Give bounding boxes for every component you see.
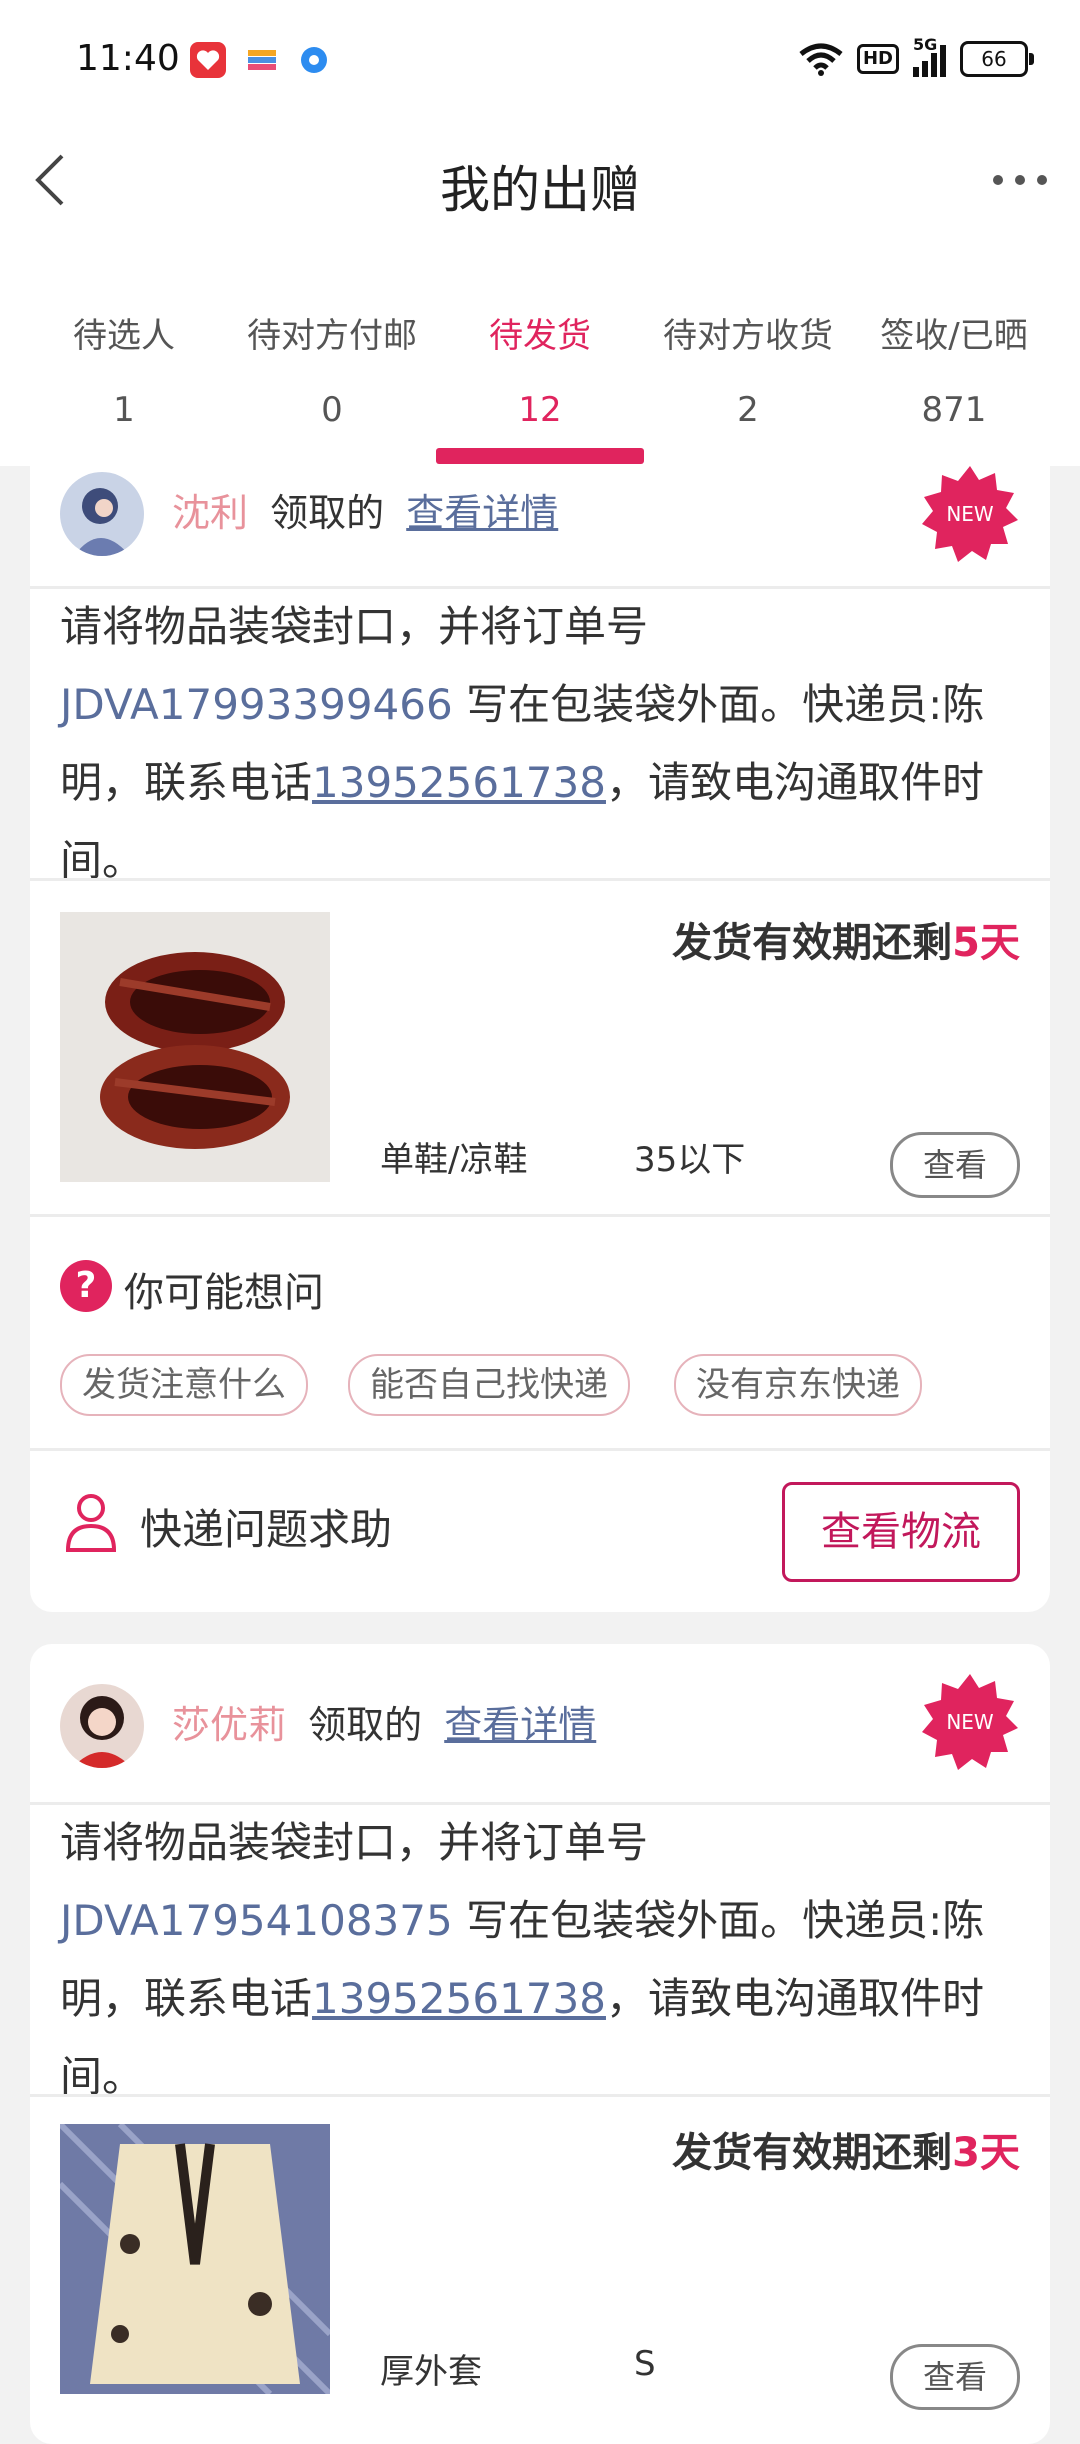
tab-pending-selection[interactable]: 待选人 1 (16, 240, 232, 466)
new-badge: NEW (920, 1672, 1020, 1772)
tab-pending-receipt[interactable]: 待对方收货 2 (640, 240, 856, 466)
shipping-instructions: 请将物品装袋封口，并将订单号 JDVA17954108375 写在包装袋外面。快… (60, 1804, 1020, 2116)
item-category: 单鞋/凉鞋 (380, 1140, 528, 1180)
courier-phone-link[interactable]: 13952561738 (312, 1974, 606, 2023)
tab-pending-postage[interactable]: 待对方付邮 0 (224, 240, 440, 466)
view-button[interactable]: 查看 (890, 1132, 1020, 1198)
item-size: S (634, 2344, 656, 2384)
new-badge-text: NEW (946, 502, 994, 526)
active-tab-indicator (436, 448, 644, 464)
tab-count: 2 (737, 390, 759, 430)
faq-chip[interactable]: 能否自己找快递 (348, 1354, 630, 1416)
tab-label: 待对方付邮 (247, 316, 417, 356)
status-tabs: 待选人 1 待对方付邮 0 待发货 12 待对方收货 2 签收/已晒 871 (0, 240, 1080, 466)
tab-label: 待选人 (73, 316, 175, 356)
tab-count: 12 (518, 390, 562, 430)
deadline-label: 发货有效期还剩 (672, 920, 953, 966)
claimer-line: 沈利 领取的 查看详情 (172, 482, 558, 537)
claimer-username[interactable]: 沈利 (172, 491, 248, 535)
tab-pending-shipment[interactable]: 待发货 12 (432, 240, 648, 466)
courier-help-link[interactable]: 快递问题求助 (140, 1496, 392, 1557)
tab-label: 待发货 (489, 316, 591, 356)
tab-signed-shared[interactable]: 签收/已晒 871 (846, 240, 1062, 466)
battery-icon: 66 (960, 41, 1034, 77)
tab-label: 待对方收货 (663, 316, 833, 356)
heart-app-icon (190, 42, 226, 78)
deadline-label: 发货有效期还剩 (672, 2130, 953, 2176)
more-options-icon[interactable] (990, 170, 1050, 190)
order-card: 莎优莉 领取的 查看详情 NEW 请将物品装袋封口，并将订单号 JDVA1795… (30, 1644, 1050, 2444)
order-number[interactable]: JDVA17993399466 (60, 680, 453, 729)
product-image[interactable] (60, 912, 330, 1182)
tab-count: 0 (321, 390, 343, 430)
divider (30, 878, 1050, 881)
claimer-username[interactable]: 莎优莉 (172, 1703, 286, 1747)
person-icon (65, 1494, 117, 1552)
deadline-days: 5天 (952, 920, 1020, 966)
tab-count: 871 (921, 390, 987, 430)
tab-count: 1 (113, 390, 135, 430)
circle-app-icon (296, 42, 332, 78)
view-details-link[interactable]: 查看详情 (406, 491, 558, 535)
view-logistics-button[interactable]: 查看物流 (782, 1482, 1020, 1582)
faq-chip[interactable]: 发货注意什么 (60, 1354, 308, 1416)
clock: 11:40 (76, 38, 180, 79)
navigation-bar: 我的出赠 (0, 120, 1080, 240)
order-number[interactable]: JDVA17954108375 (60, 1896, 453, 1945)
status-bar: 11:40 HD 5G 66 (0, 0, 1080, 120)
faq-title: 你可能想问 (124, 1270, 324, 1316)
new-badge-text: NEW (946, 1710, 994, 1734)
card-app-icon (244, 42, 280, 78)
product-image[interactable] (60, 2124, 330, 2394)
hd-icon: HD (856, 44, 899, 74)
divider (30, 1448, 1050, 1451)
order-card: 沈利 领取的 查看详情 NEW 请将物品装袋封口，并将订单号 JDVA17993… (30, 466, 1050, 1612)
instruction-text: 请将物品装袋封口，并将订单号 (60, 602, 649, 651)
signal-icon: 5G (913, 35, 946, 77)
claimed-text: 领取的 (308, 1703, 423, 1747)
page-title: 我的出赠 (440, 161, 640, 219)
item-size: 35以下 (634, 1140, 746, 1180)
divider (30, 1214, 1050, 1217)
divider (30, 2094, 1050, 2097)
new-badge: NEW (920, 466, 1020, 564)
item-category: 厚外套 (380, 2352, 482, 2392)
instruction-text: 请将物品装袋封口，并将订单号 (60, 1818, 649, 1867)
shipping-instructions: 请将物品装袋封口，并将订单号 JDVA17993399466 写在包装袋外面。快… (60, 588, 1020, 900)
view-details-link[interactable]: 查看详情 (444, 1703, 596, 1747)
view-button[interactable]: 查看 (890, 2344, 1020, 2410)
wifi-icon (799, 43, 843, 76)
status-icons: HD 5G 66 (799, 35, 1034, 82)
courier-phone-link[interactable]: 13952561738 (312, 758, 606, 807)
deadline-days: 3天 (952, 2130, 1020, 2176)
avatar[interactable] (60, 1684, 144, 1768)
claimed-text: 领取的 (270, 491, 385, 535)
tab-label: 签收/已晒 (880, 316, 1028, 356)
shipping-deadline: 发货有效期还剩3天 (672, 2120, 1020, 2178)
avatar[interactable] (60, 472, 144, 556)
question-icon: ? (60, 1260, 112, 1312)
shipping-deadline: 发货有效期还剩5天 (672, 910, 1020, 968)
faq-chip[interactable]: 没有京东快递 (674, 1354, 922, 1416)
claimer-line: 莎优莉 领取的 查看详情 (172, 1694, 596, 1749)
network-type: 5G (913, 35, 938, 54)
